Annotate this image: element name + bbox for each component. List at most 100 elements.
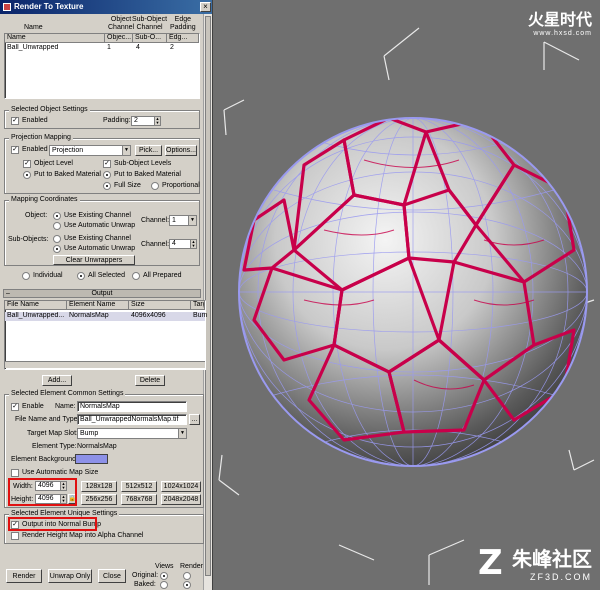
use-auto-map-size-label: Use Automatic Map Size bbox=[22, 469, 99, 476]
use-auto-unwrap-radio-1[interactable] bbox=[53, 222, 61, 230]
proportional-label: Proportional bbox=[162, 182, 200, 189]
close-icon[interactable]: × bbox=[200, 2, 211, 12]
size-preset-128-button[interactable]: 128x128 bbox=[81, 481, 117, 492]
objects-table[interactable]: Name Objec... Sub-O... Edg... Ball_Unwra… bbox=[4, 33, 200, 99]
all-prepared-radio[interactable] bbox=[132, 272, 140, 280]
object-level-checkbox[interactable]: ✓ bbox=[23, 160, 31, 168]
group-title: Projection Mapping bbox=[9, 134, 73, 141]
size-preset-256-button[interactable]: 256x256 bbox=[81, 494, 117, 505]
watermark-top-url: www.hxsd.com bbox=[533, 30, 592, 37]
original-label: Original: bbox=[132, 572, 159, 579]
row-size: 4096x4096 bbox=[131, 312, 166, 319]
use-auto-unwrap-radio-2[interactable] bbox=[53, 245, 61, 253]
use-existing-channel-radio-1[interactable] bbox=[53, 212, 61, 220]
output-hscrollbar[interactable] bbox=[5, 361, 205, 368]
target-map-slot-dropdown[interactable]: Bump ▼ bbox=[77, 428, 187, 439]
use-existing-channel-radio-2[interactable] bbox=[53, 235, 61, 243]
row-file-name: Ball_Unwrapped... bbox=[7, 312, 65, 319]
size-preset-768-button[interactable]: 768x768 bbox=[121, 494, 157, 505]
original-render-radio[interactable] bbox=[183, 572, 191, 580]
channel-label-1: Channel: bbox=[141, 217, 170, 224]
output-table[interactable]: File Name Element Name Size Targ Ball_Un… bbox=[4, 300, 207, 370]
projection-dropdown[interactable]: Projection ▼ bbox=[49, 145, 131, 156]
chevron-down-icon[interactable]: ▼ bbox=[188, 216, 196, 225]
individual-label: Individual bbox=[33, 272, 63, 279]
clear-unwrappers-button[interactable]: Clear Unwrappers bbox=[53, 255, 135, 265]
size-preset-1024-button[interactable]: 1024x1024 bbox=[161, 481, 201, 492]
table-row[interactable]: Ball_Unwrapped... NormalsMap 4096x4096 B… bbox=[5, 312, 207, 321]
close-button[interactable]: Close bbox=[98, 569, 126, 583]
projection-enabled-checkbox[interactable]: ✓ bbox=[11, 146, 19, 154]
original-views-radio[interactable] bbox=[160, 572, 168, 580]
col-element-name[interactable]: Element Name bbox=[67, 301, 129, 310]
col-target[interactable]: Targ bbox=[191, 301, 205, 310]
col-name[interactable]: Name bbox=[5, 34, 105, 43]
padding-spinner[interactable]: 2 ▲ ▼ bbox=[131, 116, 161, 126]
put-to-baked-radio-2[interactable] bbox=[103, 171, 111, 179]
channel-dropdown-1[interactable]: 1 ▼ bbox=[169, 215, 197, 226]
all-prepared-label: All Prepared bbox=[143, 272, 182, 279]
row-name: Ball_Unwrapped bbox=[7, 44, 59, 51]
target-map-slot-value: Bump bbox=[80, 430, 99, 437]
proportional-radio[interactable] bbox=[151, 182, 159, 190]
spinner-arrows-icon[interactable]: ▲ ▼ bbox=[154, 117, 160, 125]
element-name-input[interactable]: NormalsMap bbox=[77, 401, 187, 412]
use-auto-map-size-checkbox[interactable] bbox=[11, 469, 19, 477]
use-auto-unwrap-label-2: Use Automatic Unwrap bbox=[64, 245, 136, 252]
add-button[interactable]: Add... bbox=[42, 375, 72, 386]
col-edge-padding[interactable]: Edg... bbox=[167, 34, 199, 43]
watermark-z-mark: Z bbox=[478, 543, 503, 583]
output-rollout-header[interactable]: – Output bbox=[3, 289, 201, 298]
element-background-swatch[interactable] bbox=[75, 454, 108, 464]
put-to-baked-radio-1[interactable] bbox=[23, 171, 31, 179]
render-button[interactable]: Render bbox=[6, 569, 42, 583]
col-object-channel[interactable]: Objec... bbox=[105, 34, 133, 43]
3d-viewport[interactable]: 火星时代 www.hxsd.com Z 朱峰社区 ZF3D.COM bbox=[214, 0, 600, 590]
soccer-ball-wireframe[interactable] bbox=[238, 117, 588, 467]
projection-mapping-group: Projection Mapping ✓ Enabled Projection … bbox=[4, 134, 200, 194]
projection-value: Projection bbox=[52, 147, 84, 154]
render-height-map-checkbox[interactable] bbox=[11, 532, 19, 540]
individual-radio[interactable] bbox=[22, 272, 30, 280]
baked-views-radio[interactable] bbox=[160, 581, 168, 589]
full-size-radio[interactable] bbox=[103, 182, 111, 190]
watermark-bottom-url: ZF3D.COM bbox=[530, 572, 592, 582]
unwrap-only-button[interactable]: Unwrap Only bbox=[48, 569, 92, 583]
enabled-checkbox[interactable]: ✓ bbox=[11, 117, 19, 125]
row-element-name: NormalsMap bbox=[69, 312, 109, 319]
row-subobject-channel: 4 bbox=[136, 44, 140, 51]
group-title: Mapping Coordinates bbox=[9, 196, 80, 203]
projection-enabled-label: Enabled bbox=[22, 146, 48, 153]
use-existing-channel-label-1: Use Existing Channel bbox=[64, 212, 131, 219]
object-level-label: Object Level bbox=[34, 160, 73, 167]
scrollbar-thumb[interactable] bbox=[205, 16, 211, 576]
title-bar[interactable]: Render To Texture × bbox=[0, 0, 212, 14]
subobject-levels-checkbox[interactable]: ✓ bbox=[103, 160, 111, 168]
table-row[interactable]: Ball_Unwrapped 1 4 2 bbox=[5, 44, 199, 53]
size-preset-2048-button[interactable]: 2048x2048 bbox=[161, 494, 201, 505]
output-normal-bump-highlight bbox=[8, 517, 97, 531]
pick-button[interactable]: Pick... bbox=[135, 145, 162, 156]
browse-button[interactable]: ... bbox=[189, 414, 200, 425]
size-preset-512-button[interactable]: 512x512 bbox=[121, 481, 157, 492]
width-height-highlight bbox=[8, 478, 77, 506]
col-subobject-channel[interactable]: Sub-O... bbox=[133, 34, 167, 43]
top-header-name: Name bbox=[24, 24, 43, 31]
channel-spinner-2[interactable]: 4 ▲ ▼ bbox=[169, 239, 197, 249]
baked-render-radio[interactable] bbox=[183, 581, 191, 589]
col-size[interactable]: Size bbox=[129, 301, 191, 310]
put-to-baked-label-1: Put to Baked Material bbox=[34, 171, 101, 178]
element-enable-checkbox[interactable]: ✓ bbox=[11, 403, 19, 411]
views-label: Views bbox=[155, 563, 174, 570]
element-background-label: Element Background: bbox=[11, 456, 78, 463]
collapse-icon[interactable]: – bbox=[6, 290, 10, 297]
all-selected-radio[interactable] bbox=[77, 272, 85, 280]
chevron-down-icon[interactable]: ▼ bbox=[122, 146, 130, 155]
delete-button[interactable]: Delete bbox=[135, 375, 165, 386]
channel-label-2: Channel: bbox=[141, 241, 170, 248]
spinner-arrows-icon[interactable]: ▲ ▼ bbox=[190, 240, 196, 248]
file-name-input[interactable]: Ball_UnwrappedNormalsMap.tif bbox=[77, 414, 187, 425]
options-button[interactable]: Options... bbox=[165, 145, 197, 156]
col-file-name[interactable]: File Name bbox=[5, 301, 67, 310]
chevron-down-icon[interactable]: ▼ bbox=[178, 429, 186, 438]
